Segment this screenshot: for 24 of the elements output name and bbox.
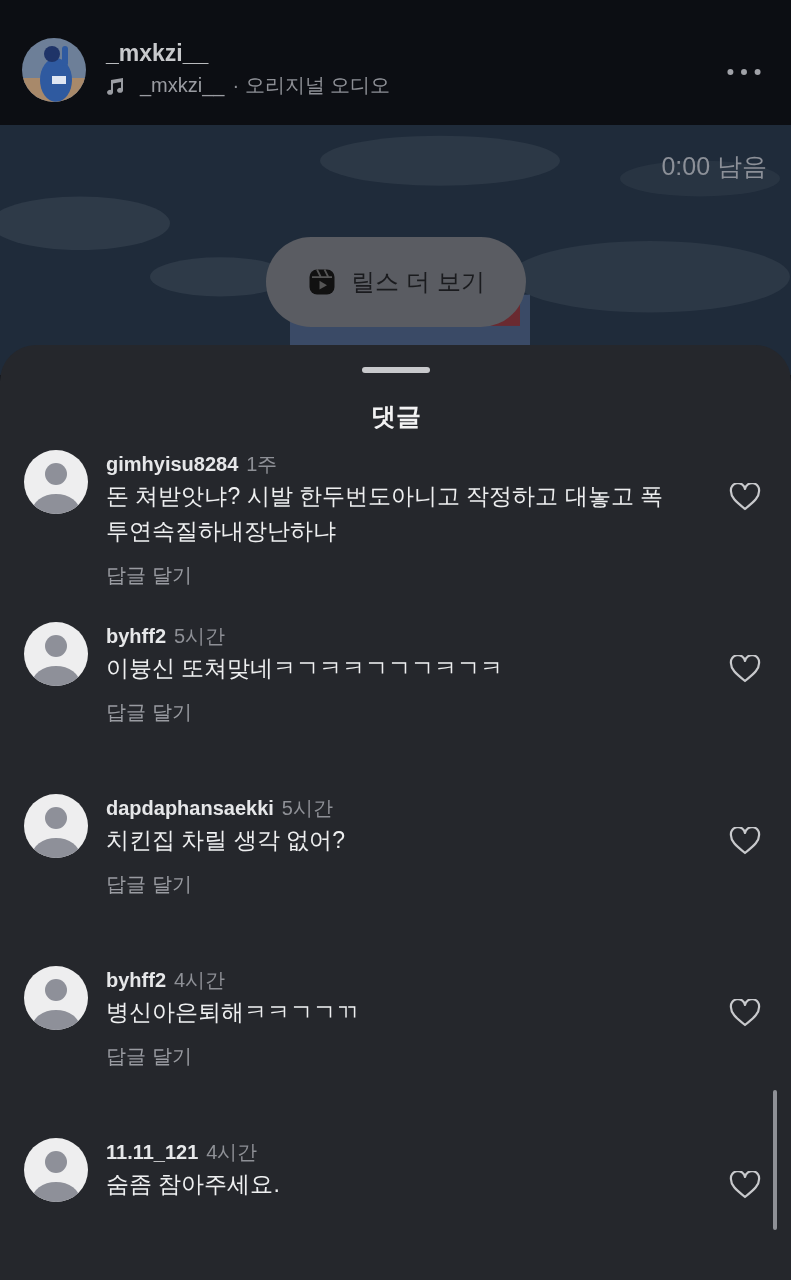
- comment-text: 숨좀 참아주세요.: [106, 1170, 281, 1199]
- audio-label[interactable]: · 오리지널 오디오: [232, 72, 391, 99]
- comment-username[interactable]: byhff2: [106, 965, 166, 995]
- comment-username[interactable]: 11.11_121: [106, 1137, 199, 1167]
- comment-time: 5시간: [281, 796, 333, 821]
- username[interactable]: _mxkzi__: [106, 38, 727, 68]
- comment-time: 1주: [246, 452, 278, 477]
- comment-time: 4시간: [174, 968, 226, 993]
- reply-link[interactable]: 답글 달기: [106, 870, 192, 898]
- comment-username[interactable]: gimhyisu8284: [106, 449, 239, 479]
- reply-link[interactable]: 답글 달기: [106, 561, 192, 589]
- comment-username[interactable]: byhff2: [106, 621, 166, 651]
- comment-username[interactable]: dapdaphansaekki: [106, 793, 274, 823]
- comment-text: 병신아은퇴해ㅋㅋㄱㄱㄲ: [106, 998, 360, 1027]
- comment-time: 5시간: [174, 624, 226, 649]
- sheet-title: 댓글: [370, 401, 421, 432]
- reply-link[interactable]: 답글 달기: [106, 1042, 192, 1070]
- comment-text: 돈 쳐받앗냐? 시발 한두번도아니고 작정하고 대놓고 폭투연속질하내장난하냐: [106, 482, 665, 546]
- comment-text: 이븅신 또쳐맞네ㅋㄱㅋㅋㄱㄱㄱㅋㄱㅋ: [106, 654, 505, 683]
- reply-link[interactable]: 답글 달기: [106, 698, 192, 726]
- comment-time: 4시간: [206, 1140, 258, 1165]
- comment-text: 치킨집 차릴 생각 없어?: [106, 826, 346, 855]
- audio-owner[interactable]: _mxkzi__: [140, 74, 225, 97]
- time-remaining: 0:00 남음: [661, 151, 767, 182]
